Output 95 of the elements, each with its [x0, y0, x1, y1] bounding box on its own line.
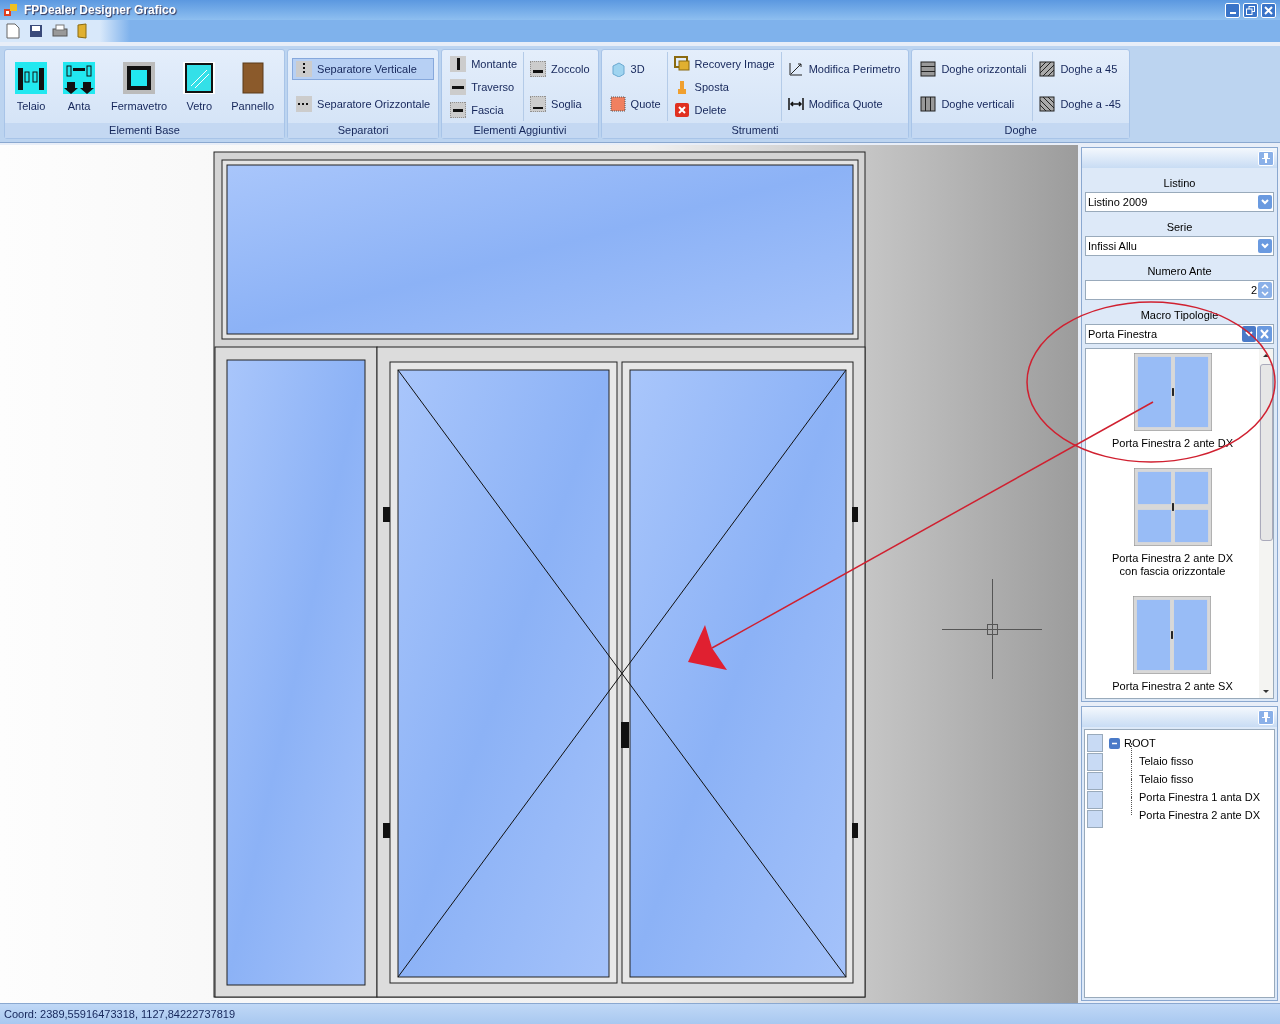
dotted-horizontal-icon [296, 95, 313, 112]
ribbon-button[interactable]: Vetro [177, 58, 222, 115]
group-label: Separatori [288, 123, 439, 138]
dotted-vertical-icon [296, 61, 313, 78]
close-icon [673, 101, 690, 118]
ribbon-button[interactable]: Soglia [526, 92, 594, 115]
number-spinner[interactable]: 2 [1085, 280, 1274, 300]
ribbon-button[interactable]: Doghe verticali [916, 92, 1031, 115]
dropdown-icon[interactable] [1258, 239, 1272, 253]
door-exit-icon[interactable] [77, 23, 89, 39]
minimize-button[interactable] [1225, 2, 1240, 18]
ribbon-button[interactable]: Telaio [9, 58, 53, 115]
dropdown[interactable]: Porta Finestra [1085, 324, 1274, 344]
ribbon-button[interactable]: Separatore Orizzontale [292, 92, 435, 115]
diagonal-slats-icon [1039, 95, 1056, 112]
template-caption[interactable]: Porta Finestra 2 ante DX con fascia orizzontale [1111, 552, 1234, 578]
ribbon-button[interactable]: Delete [669, 98, 779, 121]
window-title: FPDealer Designer Grafico [24, 3, 177, 17]
field-label: Serie [1165, 220, 1194, 235]
close-icon [1264, 5, 1273, 15]
ribbon-button[interactable]: Anta [57, 58, 101, 115]
horizontal-bar-icon [450, 78, 467, 95]
glazing-bead-icon [123, 61, 156, 94]
collapse-icon[interactable] [1109, 737, 1120, 749]
scrollbar[interactable] [1259, 349, 1273, 698]
tree-item[interactable]: Telaio fisso [1129, 755, 1194, 767]
framed-bar-icon [530, 95, 547, 112]
scroll-down-icon[interactable] [1262, 689, 1270, 694]
cube-icon [609, 61, 626, 78]
ribbon-button[interactable]: Modifica Perimetro [783, 58, 905, 81]
scroll-up-icon[interactable] [1262, 353, 1270, 358]
row-header-cell[interactable] [1087, 734, 1103, 752]
ribbon-button[interactable]: Quote [605, 92, 665, 115]
window-thumbnail[interactable] [1133, 596, 1212, 674]
row-header-cell[interactable] [1087, 810, 1103, 828]
vertical-bar-icon [450, 55, 467, 72]
group-label: Elementi Aggiuntivi [442, 123, 598, 138]
ribbon-button[interactable]: Montante [446, 52, 522, 75]
ribbon-button[interactable]: Recovery Image [669, 52, 779, 75]
new-file-icon[interactable] [6, 23, 20, 39]
print-icon[interactable] [52, 24, 68, 38]
template-caption[interactable]: Porta Finestra 2 ante SX [1112, 680, 1233, 693]
ribbon-button[interactable]: Doghe a 45 [1035, 58, 1125, 81]
ribbon-button[interactable]: Pannello [225, 58, 281, 115]
app-icon [4, 3, 18, 17]
arrows-icon [63, 61, 95, 94]
close-button[interactable] [1261, 2, 1276, 18]
horizontal-slats-icon [920, 61, 937, 78]
ribbon-button[interactable]: Modifica Quote [783, 92, 905, 115]
frame-profile-icon [15, 61, 47, 94]
glass-pane-icon [183, 61, 216, 94]
dropdown[interactable]: Infissi Allu [1085, 236, 1274, 256]
spinner-arrows-icon[interactable] [1258, 282, 1272, 298]
tree-item[interactable]: ROOT [1124, 737, 1156, 749]
vertical-slats-icon [920, 95, 937, 112]
dropdown-icon[interactable] [1258, 195, 1272, 209]
window-thumbnail[interactable] [1133, 468, 1212, 546]
group-label: Strumenti [601, 123, 909, 138]
ribbon-button[interactable]: 3D [605, 58, 665, 81]
row-header-cell[interactable] [1087, 791, 1103, 809]
group-label: Elementi Base [5, 123, 285, 138]
ribbon-button[interactable]: Doghe orizzontali [916, 58, 1031, 81]
row-header-cell[interactable] [1087, 753, 1103, 771]
ribbon-button[interactable]: Zoccolo [526, 58, 594, 81]
row-header-cell[interactable] [1087, 772, 1103, 790]
tree-item[interactable]: Porta Finestra 2 ante DX [1129, 809, 1261, 821]
restore-button[interactable] [1243, 2, 1258, 18]
square-icon [609, 95, 626, 112]
group-label: Doghe [912, 123, 1129, 138]
pin-button[interactable] [1258, 150, 1274, 166]
ribbon-button[interactable]: Separatore Verticale [292, 58, 435, 81]
ribbon-button[interactable]: Sposta [669, 75, 779, 98]
framed-bar-icon [530, 61, 547, 78]
clear-icon[interactable] [1257, 326, 1272, 342]
tree-item[interactable]: Porta Finestra 1 anta DX [1129, 791, 1261, 803]
diagonal-slats-icon [1039, 61, 1056, 78]
window-thumbnail[interactable] [1133, 353, 1212, 431]
field-label: Listino [1162, 176, 1197, 191]
image-frame-icon [673, 55, 690, 72]
ribbon-button[interactable]: Fascia [446, 98, 522, 121]
ribbon-button[interactable]: Doghe a -45 [1035, 92, 1125, 115]
coordinates-text: Coord: 2389,55916473318, 1127,84222737819 [4, 1008, 235, 1020]
restore-icon [1246, 5, 1255, 15]
ribbon-button[interactable]: Traverso [446, 75, 522, 98]
axes-icon [787, 61, 804, 78]
field-label: Numero Ante [1146, 264, 1213, 279]
pin-button[interactable] [1258, 709, 1274, 725]
ribbon-button[interactable]: Fermavetro [105, 58, 174, 115]
save-icon[interactable] [29, 24, 43, 38]
dimension-icon [787, 95, 804, 112]
field-label: Macro Tipologie [1139, 308, 1220, 323]
dropdown[interactable]: Listino 2009 [1085, 192, 1274, 212]
crosshair-cursor-icon [941, 578, 1043, 680]
tree-item[interactable]: Telaio fisso [1129, 773, 1194, 785]
framed-bar-icon [450, 101, 467, 118]
